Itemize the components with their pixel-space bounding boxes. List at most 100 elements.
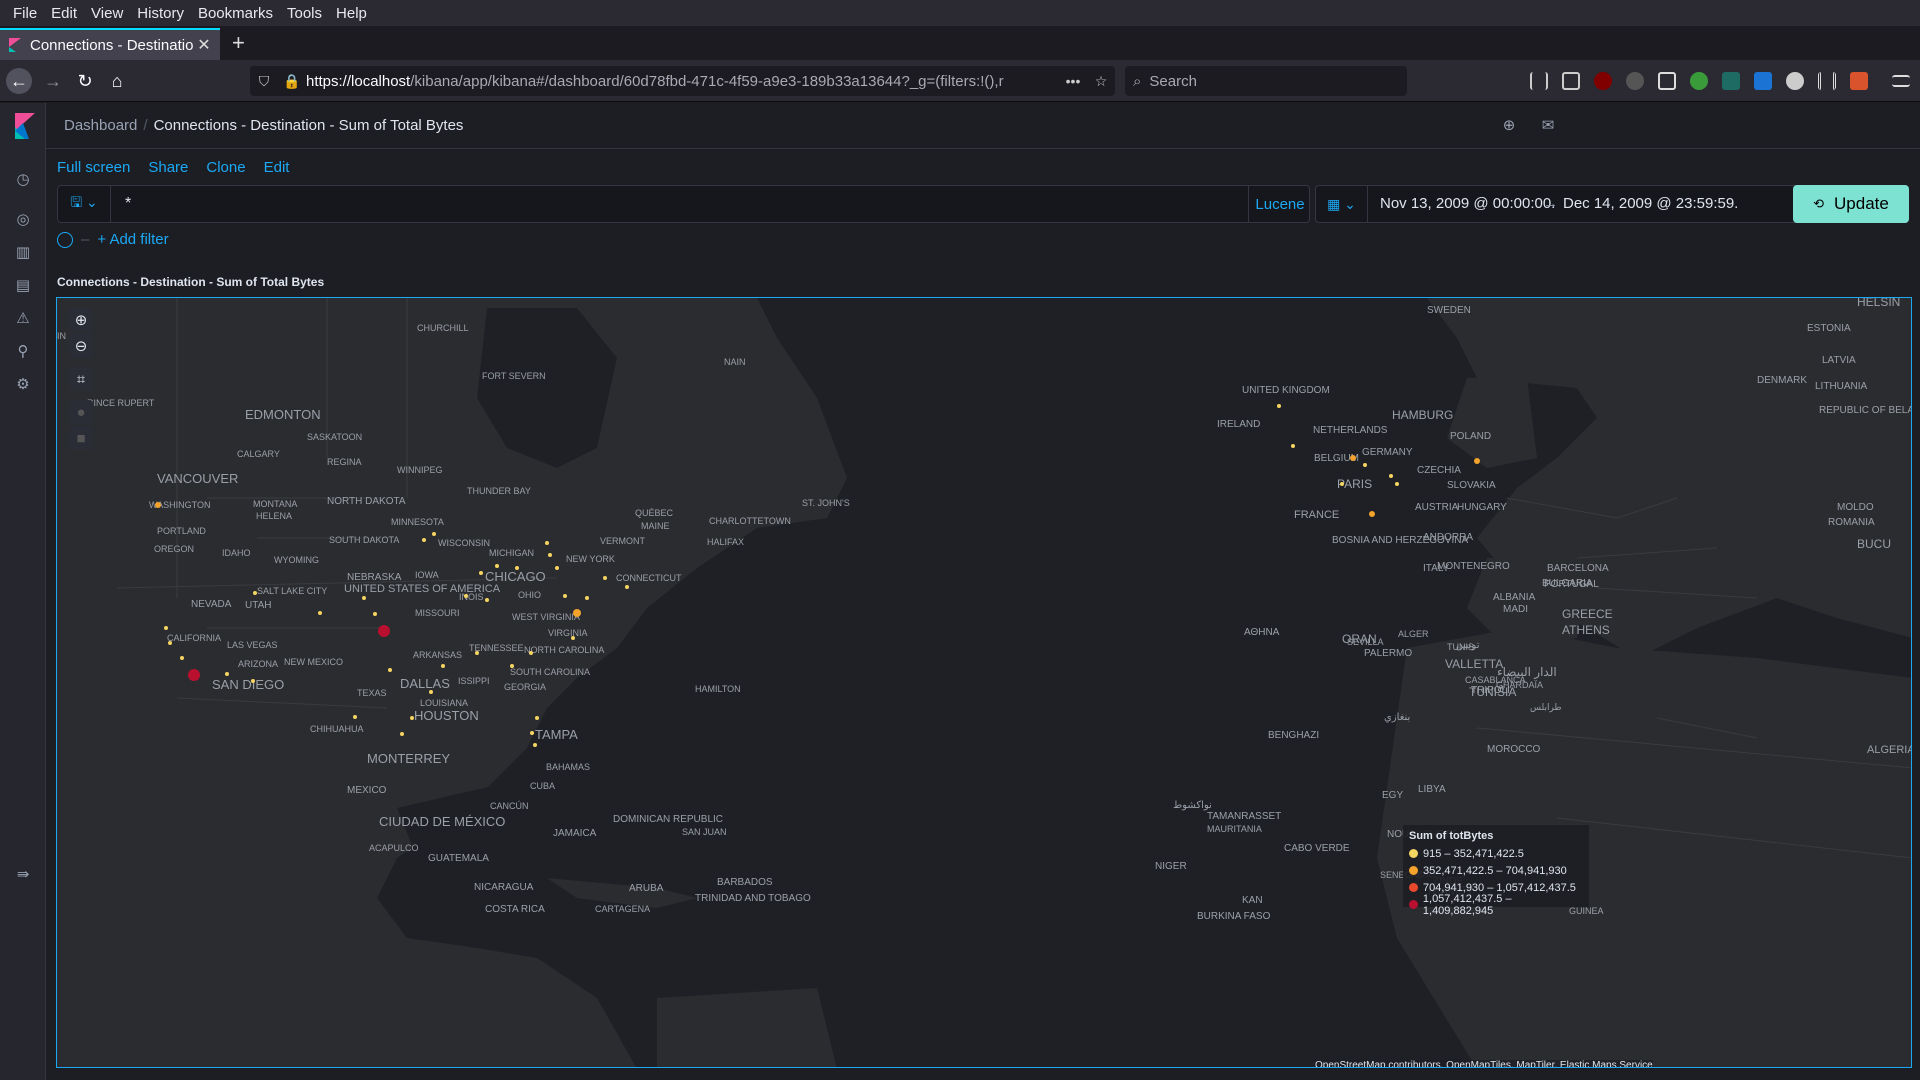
- map-data-point[interactable]: [485, 598, 489, 602]
- map-data-point[interactable]: [318, 611, 322, 615]
- reload-icon[interactable]: ↻: [72, 68, 98, 94]
- draw-rectangle-icon[interactable]: ■: [69, 426, 93, 450]
- full-screen-link[interactable]: Full screen: [57, 159, 130, 176]
- map-data-point[interactable]: [555, 566, 559, 570]
- map-data-point[interactable]: [535, 716, 539, 720]
- map-data-point[interactable]: [1291, 444, 1295, 448]
- update-button[interactable]: ⟲ Update: [1793, 185, 1909, 223]
- map-data-point[interactable]: [225, 672, 229, 676]
- map-data-point[interactable]: [529, 651, 533, 655]
- browser-tab-active[interactable]: Connections - Destinatio ✕: [0, 28, 220, 60]
- map-data-point[interactable]: [362, 596, 366, 600]
- map-data-point[interactable]: [155, 502, 161, 508]
- url-text[interactable]: https://localhost/kibana/app/kibana#/das…: [306, 73, 1059, 90]
- map-data-point[interactable]: [563, 594, 567, 598]
- map-data-point[interactable]: [548, 553, 552, 557]
- extension-screen-icon[interactable]: [1658, 72, 1676, 90]
- map-data-point[interactable]: [464, 594, 468, 598]
- map-data-point[interactable]: [1363, 463, 1367, 467]
- extension-green-icon[interactable]: [1690, 72, 1708, 90]
- extension-s-icon[interactable]: [1722, 72, 1740, 90]
- forward-icon[interactable]: →: [40, 68, 66, 94]
- map-data-point[interactable]: [571, 636, 575, 640]
- coordinate-map[interactable]: CHURCHILL FORT SEVERN NAIN EDMONTON SASKATOO…: [56, 297, 1912, 1068]
- map-data-point[interactable]: [1389, 474, 1393, 478]
- map-canvas[interactable]: CHURCHILL FORT SEVERN NAIN EDMONTON SASKATOO…: [57, 298, 1912, 1068]
- lock-icon[interactable]: 🔒: [278, 73, 306, 90]
- map-data-point[interactable]: [441, 664, 445, 668]
- map-data-point[interactable]: [1395, 482, 1399, 486]
- map-data-point[interactable]: [510, 664, 514, 668]
- map-data-point[interactable]: [533, 743, 537, 747]
- map-data-point[interactable]: [253, 591, 257, 595]
- saved-query-icon[interactable]: 🖫 ⌄: [58, 186, 111, 222]
- query-input[interactable]: *: [125, 195, 131, 213]
- tracking-shield-icon[interactable]: ⛉: [250, 73, 278, 90]
- map-data-point[interactable]: [373, 612, 377, 616]
- url-bar[interactable]: ⛉ 🔒 https://localhost/kibana/app/kibana#…: [250, 66, 1115, 96]
- tab-close-icon[interactable]: ✕: [196, 35, 212, 55]
- map-data-point[interactable]: [545, 541, 549, 545]
- sidebar-icon[interactable]: [1562, 72, 1580, 90]
- menu-help[interactable]: Help: [336, 5, 367, 22]
- map-data-point[interactable]: [1277, 404, 1281, 408]
- edit-link[interactable]: Edit: [264, 159, 290, 176]
- menu-edit[interactable]: Edit: [51, 5, 77, 22]
- extension-blue-icon[interactable]: [1754, 72, 1772, 90]
- extension-bars-icon[interactable]: [1818, 72, 1836, 90]
- map-attribution[interactable]: OpenStreetMap contributors, OpenMapTiles…: [1315, 1060, 1653, 1067]
- map-data-point[interactable]: [1350, 455, 1356, 461]
- bookmark-star-icon[interactable]: ☆: [1087, 73, 1115, 90]
- collapse-nav-icon[interactable]: ⇛: [14, 866, 32, 884]
- ublock-icon[interactable]: [1594, 72, 1612, 90]
- visualize-icon[interactable]: ▥: [14, 244, 32, 262]
- dashboard-icon[interactable]: ▤: [14, 277, 32, 295]
- map-data-point[interactable]: [625, 585, 629, 589]
- back-icon[interactable]: ←: [6, 68, 32, 94]
- map-data-point[interactable]: [422, 538, 426, 542]
- breadcrumb-dashboard[interactable]: Dashboard: [64, 117, 137, 134]
- map-data-point[interactable]: [495, 564, 499, 568]
- draw-shape-icon[interactable]: ●: [69, 400, 93, 424]
- menu-view[interactable]: View: [91, 5, 123, 22]
- map-data-point[interactable]: [251, 679, 255, 683]
- map-data-point[interactable]: [432, 532, 436, 536]
- map-data-point[interactable]: [1369, 511, 1375, 517]
- kibana-logo-icon[interactable]: [13, 113, 35, 139]
- map-data-point[interactable]: [400, 732, 404, 736]
- map-data-point[interactable]: [410, 716, 414, 720]
- calendar-icon[interactable]: ▦ ⌄: [1316, 186, 1368, 222]
- date-start[interactable]: Nov 13, 2009 @ 00:00:00.: [1380, 195, 1555, 212]
- menu-tools[interactable]: Tools: [287, 5, 322, 22]
- page-actions-icon[interactable]: •••: [1059, 73, 1087, 89]
- map-data-point[interactable]: [530, 731, 534, 735]
- clone-link[interactable]: Clone: [206, 159, 245, 176]
- map-data-point[interactable]: [429, 690, 433, 694]
- home-icon[interactable]: ⌂: [104, 68, 130, 94]
- management-gear-icon[interactable]: ⚙: [14, 376, 32, 394]
- map-data-point[interactable]: [1474, 458, 1480, 464]
- map-data-point[interactable]: [180, 656, 184, 660]
- map-data-point[interactable]: [168, 641, 172, 645]
- share-link[interactable]: Share: [148, 159, 188, 176]
- menu-bookmarks[interactable]: Bookmarks: [198, 5, 273, 22]
- extension-red-icon[interactable]: [1850, 72, 1868, 90]
- recent-icon[interactable]: ◷: [14, 171, 32, 189]
- dev-tools-icon[interactable]: ⚲: [14, 343, 32, 361]
- map-data-point[interactable]: [164, 626, 168, 630]
- map-data-point[interactable]: [353, 715, 357, 719]
- help-icon[interactable]: ⊕: [1499, 116, 1519, 136]
- filter-options-icon[interactable]: [57, 231, 73, 248]
- map-data-point[interactable]: [479, 571, 483, 575]
- siem-icon[interactable]: ⚠: [14, 310, 32, 328]
- map-data-point[interactable]: [585, 596, 589, 600]
- search-bar[interactable]: ⌕ Search: [1125, 66, 1407, 96]
- discover-icon[interactable]: ◎: [14, 211, 32, 229]
- date-end[interactable]: Dec 14, 2009 @ 23:59:59.: [1563, 195, 1738, 212]
- hamburger-menu-icon[interactable]: [1892, 75, 1910, 87]
- mail-icon[interactable]: ✉: [1538, 116, 1558, 136]
- new-tab-icon[interactable]: +: [232, 30, 245, 56]
- query-language-button[interactable]: Lucene: [1248, 186, 1311, 222]
- extension-moon-icon[interactable]: [1626, 72, 1644, 90]
- fit-bounds-icon[interactable]: ⌗: [69, 367, 93, 391]
